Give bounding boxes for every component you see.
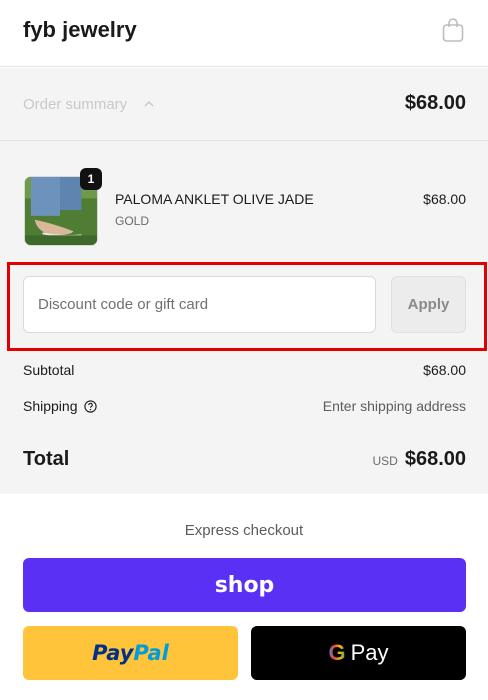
order-summary-panel: Order summary $68.00 1 PALOMA ANKLET OLI…	[0, 68, 488, 494]
shipping-label-group: Shipping	[23, 398, 97, 414]
order-summary-amount: $68.00	[404, 92, 466, 114]
shipping-row: Shipping Enter shipping address	[23, 398, 466, 414]
total-row: Total USD $68.00	[23, 448, 466, 471]
discount-code-input[interactable]	[23, 276, 376, 333]
google-pay-button[interactable]: G Pay	[251, 626, 466, 680]
total-amount-group: USD $68.00	[372, 448, 466, 471]
paypal-logo-pal: Pal	[133, 641, 169, 665]
apply-discount-button[interactable]: Apply	[391, 276, 466, 333]
product-name: PALOMA ANKLET OLIVE JADE	[115, 191, 314, 207]
product-variant: GOLD	[115, 214, 150, 228]
product-price: $68.00	[423, 191, 466, 207]
help-circle-icon[interactable]	[83, 399, 97, 413]
total-amount: $68.00	[404, 448, 466, 470]
shipping-value: Enter shipping address	[322, 398, 466, 414]
shop-pay-button[interactable]: shop	[23, 558, 466, 612]
google-g-icon: G	[328, 640, 346, 665]
google-pay-label: Pay	[350, 640, 389, 665]
order-summary-toggle[interactable]: Order summary $68.00	[0, 68, 488, 141]
chevron-up-icon	[144, 100, 154, 107]
header: fyb jewelry	[0, 0, 488, 67]
express-checkout-label: Express checkout	[184, 522, 304, 539]
shipping-label: Shipping	[23, 398, 78, 414]
shopping-bag-icon[interactable]	[441, 17, 465, 43]
subtotal-row: Subtotal $68.00	[23, 362, 466, 378]
currency-code: USD	[372, 454, 398, 468]
order-summary-label: Order summary	[23, 96, 128, 113]
paypal-button[interactable]: PayPal	[23, 626, 238, 680]
subtotal-value: $68.00	[423, 362, 466, 378]
store-name[interactable]: fyb jewelry	[23, 17, 137, 43]
paypal-logo-pay: Pay	[92, 641, 134, 665]
subtotal-label: Subtotal	[23, 362, 75, 378]
quantity-badge: 1	[80, 168, 102, 190]
total-label: Total	[23, 448, 70, 470]
